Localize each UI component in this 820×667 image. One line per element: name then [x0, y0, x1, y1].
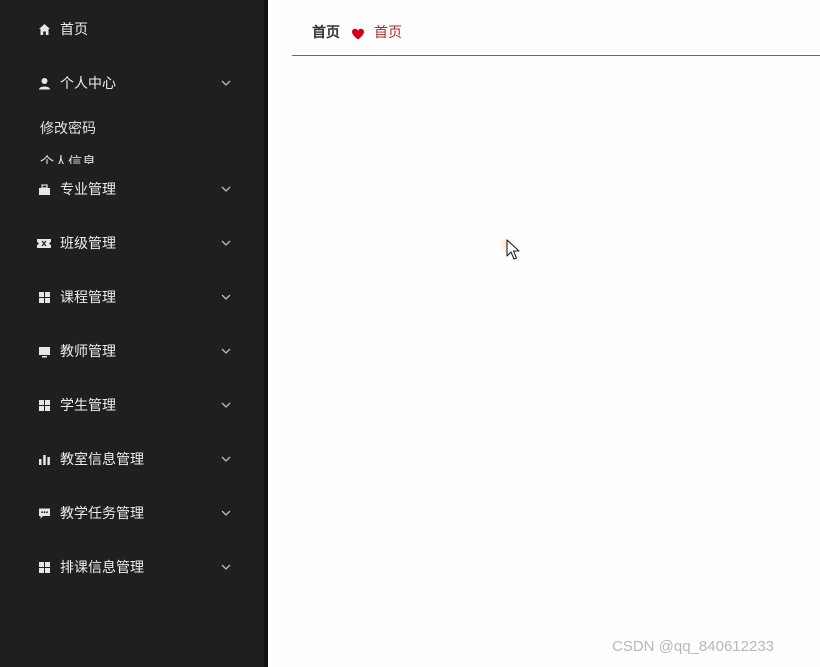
sidebar-item-label: 专业管理 — [60, 182, 116, 198]
sidebar-item-label: 学生管理 — [60, 398, 116, 414]
submenu-clip: 个人信息 — [0, 148, 264, 164]
submenu-item-personal-info[interactable]: 个人信息 — [40, 152, 96, 164]
sidebar-item-teaching-task-management[interactable]: 教学任务管理 — [0, 495, 264, 531]
chevron-down-icon[interactable] — [220, 77, 232, 89]
breadcrumb-current: 首页 — [374, 25, 402, 41]
mouse-cursor-icon — [506, 239, 520, 261]
chevron-down-icon[interactable] — [220, 237, 232, 249]
breadcrumb-home[interactable]: 首页 — [312, 22, 340, 42]
chevron-down-icon[interactable] — [220, 507, 232, 519]
bar-chart-icon — [37, 452, 51, 466]
sidebar-item-classroom-info-management[interactable]: 教室信息管理 — [0, 441, 264, 477]
main-content: 首页 首页 — [272, 0, 820, 667]
chevron-down-icon[interactable] — [220, 291, 232, 303]
sidebar-item-teacher-management[interactable]: 教师管理 — [0, 333, 264, 369]
sidebar-item-major-management[interactable]: 专业管理 — [0, 171, 264, 207]
app-window: 首页 个人中心 修改密码 个人信息 专业管理 班级管理 课程管理 教师管理 学生… — [0, 0, 820, 667]
user-icon — [37, 76, 51, 90]
sidebar-item-label: 排课信息管理 — [60, 560, 144, 576]
chat-icon — [37, 506, 51, 520]
sidebar-item-personal-center[interactable]: 个人中心 — [0, 65, 264, 101]
sidebar-item-label: 课程管理 — [60, 290, 116, 306]
chevron-down-icon[interactable] — [220, 399, 232, 411]
watermark: CSDN @qq_840612233 — [612, 638, 775, 655]
monitor-icon — [37, 344, 51, 358]
heart-icon — [351, 25, 365, 40]
sidebar-item-label: 教学任务管理 — [60, 506, 144, 522]
briefcase-icon — [37, 182, 51, 196]
sidebar-item-class-management[interactable]: 班级管理 — [0, 225, 264, 261]
sidebar-item-label: 班级管理 — [60, 236, 116, 252]
ticket-icon — [37, 236, 51, 250]
sidebar-item-schedule-info-management[interactable]: 排课信息管理 — [0, 549, 264, 585]
submenu-item-change-password[interactable]: 修改密码 — [40, 118, 96, 138]
grid-icon — [37, 290, 51, 304]
sidebar-item-student-management[interactable]: 学生管理 — [0, 387, 264, 423]
sidebar-item-label: 个人中心 — [60, 76, 116, 92]
home-icon — [37, 22, 51, 36]
sidebar-item-label: 教师管理 — [60, 344, 116, 360]
sidebar: 首页 个人中心 修改密码 个人信息 专业管理 班级管理 课程管理 教师管理 学生… — [0, 0, 268, 667]
grid-icon — [37, 398, 51, 412]
sidebar-item-label: 教室信息管理 — [60, 452, 144, 468]
sidebar-item-course-management[interactable]: 课程管理 — [0, 279, 264, 315]
sidebar-item-home[interactable]: 首页 — [0, 11, 264, 47]
chevron-down-icon[interactable] — [220, 183, 232, 195]
sidebar-item-label: 首页 — [60, 22, 88, 38]
chevron-down-icon[interactable] — [220, 345, 232, 357]
chevron-down-icon[interactable] — [220, 561, 232, 573]
breadcrumb: 首页 首页 — [292, 0, 820, 56]
chevron-down-icon[interactable] — [220, 453, 232, 465]
grid-icon — [37, 560, 51, 574]
